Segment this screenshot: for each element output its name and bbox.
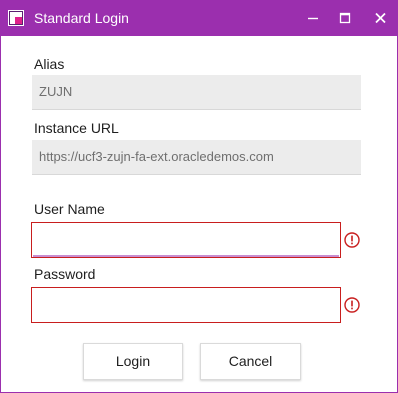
password-input[interactable] bbox=[32, 288, 340, 322]
app-icon bbox=[8, 10, 24, 26]
cancel-button[interactable]: Cancel bbox=[200, 343, 301, 380]
password-label: Password bbox=[34, 266, 96, 282]
focus-underline bbox=[33, 255, 339, 257]
password-input-box[interactable] bbox=[31, 287, 341, 323]
maximize-icon bbox=[339, 12, 351, 24]
title-bar[interactable]: Standard Login bbox=[1, 1, 397, 36]
window-title: Standard Login bbox=[34, 10, 129, 26]
alias-field: ZUJN bbox=[32, 75, 361, 110]
login-dialog: Standard Login Alias ZUJN Instance URL h… bbox=[0, 0, 398, 393]
password-error-icon bbox=[344, 297, 360, 313]
instance-url-label: Instance URL bbox=[34, 120, 119, 136]
username-input[interactable] bbox=[32, 223, 340, 257]
minimize-icon bbox=[308, 17, 318, 20]
close-button[interactable] bbox=[363, 1, 397, 36]
username-label: User Name bbox=[34, 201, 105, 217]
minimize-button[interactable] bbox=[295, 1, 331, 36]
login-button[interactable]: Login bbox=[83, 343, 183, 380]
username-error-icon bbox=[344, 232, 360, 248]
alias-label: Alias bbox=[34, 56, 65, 72]
username-input-box[interactable] bbox=[31, 222, 341, 258]
instance-url-field: https://ucf3-zujn-fa-ext.oracledemos.com bbox=[32, 140, 361, 175]
maximize-button[interactable] bbox=[327, 1, 363, 36]
close-icon bbox=[375, 12, 386, 24]
